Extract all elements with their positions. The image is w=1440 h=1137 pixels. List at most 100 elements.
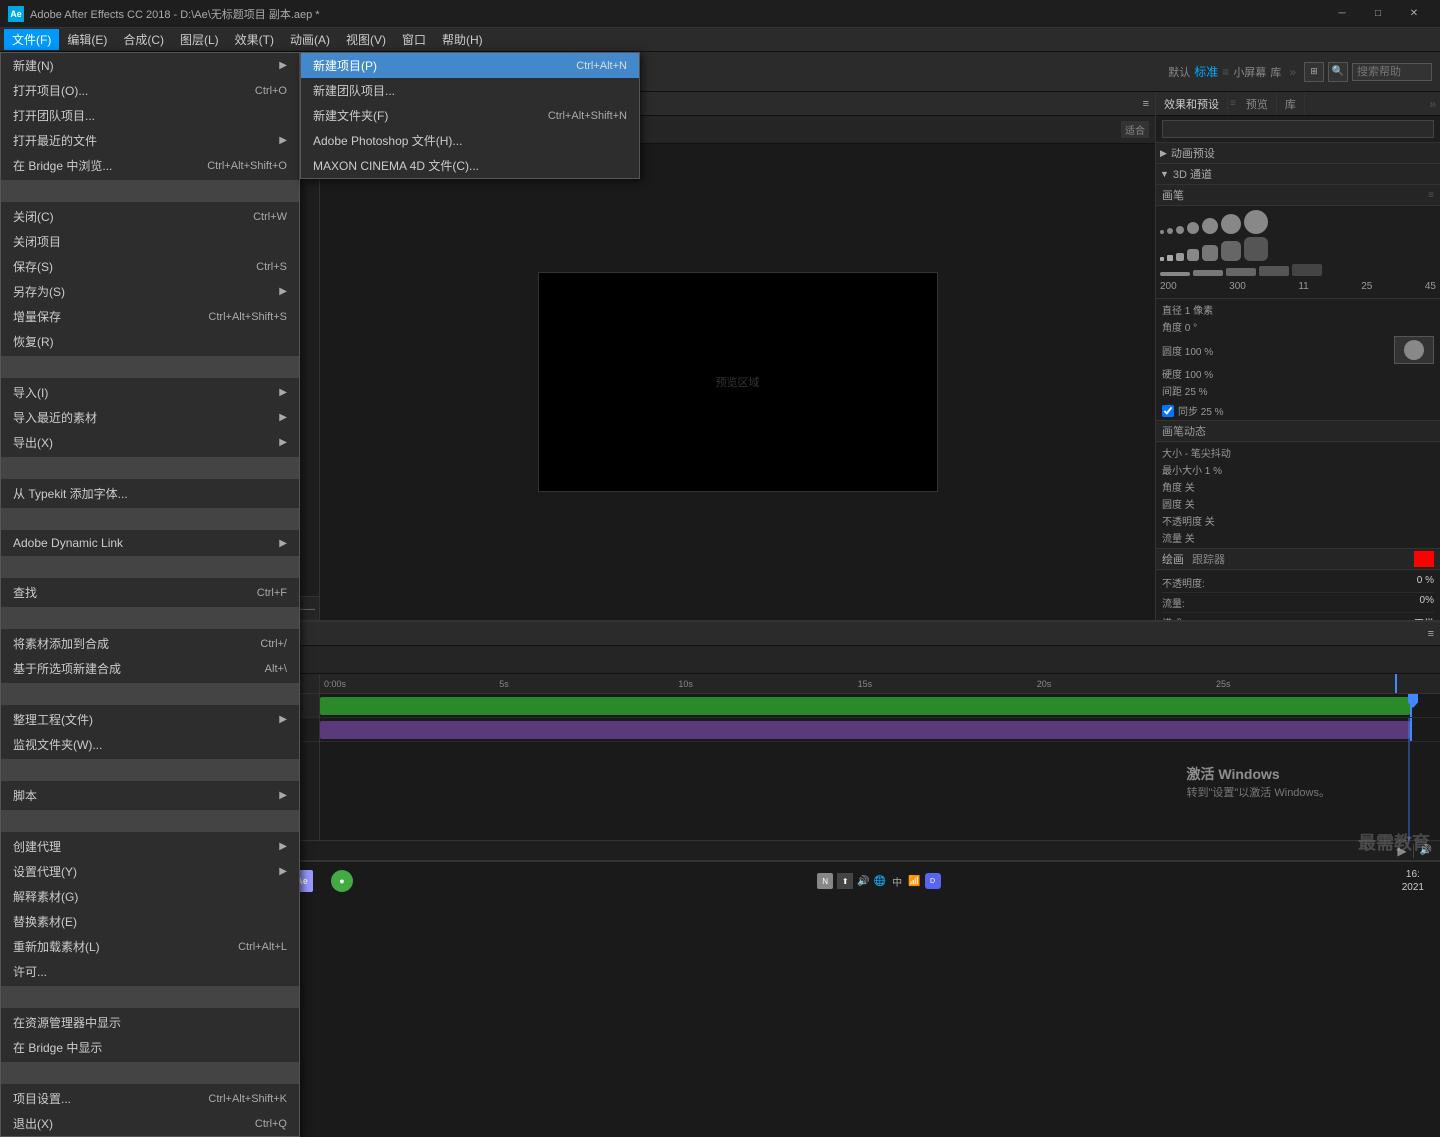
menu-show-explorer[interactable]: 在资源管理器中显示 [1, 1010, 299, 1035]
menu-revert[interactable]: 恢复(R) [1, 329, 299, 354]
menubar: 文件(F) 编辑(E) 合成(C) 图层(L) 效果(T) 动画(A) 视图(V… [0, 28, 1440, 52]
ruler-mark-25: 25s [1216, 679, 1231, 689]
track-bar-purple[interactable] [320, 721, 1410, 739]
menu-file[interactable]: 文件(F) [4, 29, 59, 50]
timeline-menu[interactable]: ≡ [1428, 628, 1434, 640]
tracker-tab[interactable]: 跟踪器 [1192, 551, 1225, 567]
tray-icon-network[interactable]: 📶 [908, 876, 920, 887]
search-input[interactable] [1352, 63, 1432, 81]
timeline-tracks: 0:00s 5s 10s 15s 20s 25s [320, 674, 1440, 840]
ruler-mark-10: 10s [678, 679, 693, 689]
taskbar-app-green[interactable]: ● [324, 865, 360, 897]
menu-add-to-comp[interactable]: 将素材添加到合成Ctrl+/ [1, 631, 299, 656]
toolbar-standard[interactable]: 标准 [1194, 63, 1218, 80]
menu-replace-footage[interactable]: 替换素材(E) [1, 909, 299, 934]
ruler-mark-5: 5s [499, 679, 509, 689]
3d-arrow[interactable]: ▼ [1160, 169, 1169, 179]
menu-save[interactable]: 保存(S)Ctrl+S [1, 254, 299, 279]
menu-help[interactable]: 帮助(H) [434, 29, 491, 50]
ruler-mark-15: 15s [858, 679, 873, 689]
menu-sep-10 [1, 986, 299, 1008]
toolbar-grid-btn[interactable]: ⊞ [1304, 62, 1324, 82]
submenu-new-team-project[interactable]: 新建团队项目... [301, 78, 639, 103]
sync-checkbox[interactable] [1162, 405, 1174, 417]
brush-diameter-label: 直径 1 像素 [1162, 302, 1213, 317]
presets-arrow[interactable]: ▶ [1160, 148, 1167, 159]
app-icon: Ae [8, 6, 24, 22]
menu-find[interactable]: 查找Ctrl+F [1, 580, 299, 605]
menu-save-as[interactable]: 另存为(S)▶ [1, 279, 299, 304]
file-menu-dropdown: 新建(N)▶ 打开项目(O)...Ctrl+O 打开团队项目... 打开最近的文… [0, 52, 300, 1137]
menu-dynamic-link[interactable]: Adobe Dynamic Link▶ [1, 532, 299, 554]
menu-compose[interactable]: 合成(C) [115, 29, 172, 50]
menu-edit[interactable]: 编辑(E) [59, 29, 115, 50]
menu-import[interactable]: 导入(I)▶ [1, 380, 299, 405]
tab-effects-presets[interactable]: 效果和预设 [1156, 94, 1228, 114]
toolbar-smallscreen[interactable]: 小屏幕 [1233, 64, 1266, 80]
toolbar-search-btn[interactable]: 🔍 [1328, 62, 1348, 82]
menu-browse-bridge[interactable]: 在 Bridge 中浏览...Ctrl+Alt+Shift+O [1, 153, 299, 178]
tray-icon-discord[interactable]: D [925, 873, 941, 889]
submenu-new-photoshop[interactable]: Adobe Photoshop 文件(H)... [301, 128, 639, 153]
effects-search-input[interactable] [1162, 120, 1434, 138]
menu-sep-5 [1, 556, 299, 578]
right-panel-expand[interactable]: » [1425, 97, 1440, 111]
playhead-main [1408, 718, 1410, 840]
menu-reload-footage[interactable]: 重新加载素材(L)Ctrl+Alt+L [1, 934, 299, 959]
menu-sep-7 [1, 683, 299, 705]
tray-icon-lang[interactable]: 中 [892, 874, 902, 889]
viewer-menu[interactable]: ≡ [1143, 98, 1149, 110]
menu-new-comp-from-sel[interactable]: 基于所选项新建合成Alt+\ [1, 656, 299, 681]
menu-project-settings[interactable]: 项目设置...Ctrl+Alt+Shift+K [1, 1086, 299, 1111]
menu-export[interactable]: 导出(X)▶ [1, 430, 299, 455]
menu-open-team[interactable]: 打开团队项目... [1, 103, 299, 128]
tray-icon-2[interactable]: ⬆ [837, 873, 853, 889]
menu-consolidate[interactable]: 整理工程(文件)▶ [1, 707, 299, 732]
menu-show-bridge[interactable]: 在 Bridge 中显示 [1, 1035, 299, 1060]
menu-close[interactable]: 关闭(C)Ctrl+W [1, 204, 299, 229]
color-swatch[interactable] [1414, 551, 1434, 567]
menu-sep-11 [1, 1062, 299, 1084]
menu-new[interactable]: 新建(N)▶ [1, 53, 299, 78]
viewer-fit[interactable]: 适合 [1121, 121, 1149, 138]
paint-tab[interactable]: 绘画 [1162, 551, 1184, 567]
menu-increment-save[interactable]: 增量保存Ctrl+Alt+Shift+S [1, 304, 299, 329]
menu-license[interactable]: 许可... [1, 959, 299, 984]
tray-icon-4[interactable]: 🌐 [874, 876, 886, 887]
minimize-button[interactable]: ─ [1324, 0, 1360, 28]
track-row-2 [320, 718, 1440, 742]
submenu-new-folder[interactable]: 新建文件夹(F) Ctrl+Alt+Shift+N [301, 103, 639, 128]
watermark-text: 最需教育 [1358, 829, 1430, 855]
toolbar-library[interactable]: 库 [1270, 64, 1281, 80]
tab-preview[interactable]: 预览 [1238, 94, 1277, 114]
maximize-button[interactable]: □ [1360, 0, 1396, 28]
menu-watch-folder[interactable]: 监视文件夹(W)... [1, 732, 299, 757]
menu-create-proxy[interactable]: 创建代理▶ [1, 834, 299, 859]
menu-animation[interactable]: 动画(A) [282, 29, 338, 50]
tab-library[interactable]: 库 [1277, 94, 1305, 114]
menu-open-project[interactable]: 打开项目(O)...Ctrl+O [1, 78, 299, 103]
menu-typekit[interactable]: 从 Typekit 添加字体... [1, 481, 299, 506]
menu-quit[interactable]: 退出(X)Ctrl+Q [1, 1111, 299, 1136]
submenu-new-project[interactable]: 新建项目(P) Ctrl+Alt+N [301, 53, 639, 78]
tray-icon-1[interactable]: N [817, 873, 833, 889]
menu-interpret-footage[interactable]: 解释素材(G) [1, 884, 299, 909]
3d-label: 3D 通道 [1173, 166, 1212, 182]
tray-icon-3[interactable]: 🔊 [857, 876, 869, 887]
brush-menu[interactable]: ≡ [1428, 190, 1434, 201]
close-button[interactable]: ✕ [1396, 0, 1432, 28]
menu-window[interactable]: 窗口 [394, 29, 434, 50]
menu-close-project[interactable]: 关闭项目 [1, 229, 299, 254]
submenu-new-cinema4d[interactable]: MAXON CINEMA 4D 文件(C)... [301, 153, 639, 178]
menu-sep-9 [1, 810, 299, 832]
track-bar-green[interactable] [320, 697, 1410, 715]
menu-set-proxy[interactable]: 设置代理(Y)▶ [1, 859, 299, 884]
menu-import-recent[interactable]: 导入最近的素材▶ [1, 405, 299, 430]
menu-layer[interactable]: 图层(L) [172, 29, 227, 50]
titlebar: Ae Adobe After Effects CC 2018 - D:\Ae\无… [0, 0, 1440, 28]
dynamics-label: 画笔动态 [1162, 423, 1206, 439]
menu-effects[interactable]: 效果(T) [227, 29, 282, 50]
menu-recent-files[interactable]: 打开最近的文件▶ [1, 128, 299, 153]
menu-scripts[interactable]: 脚本▶ [1, 783, 299, 808]
menu-view[interactable]: 视图(V) [338, 29, 394, 50]
